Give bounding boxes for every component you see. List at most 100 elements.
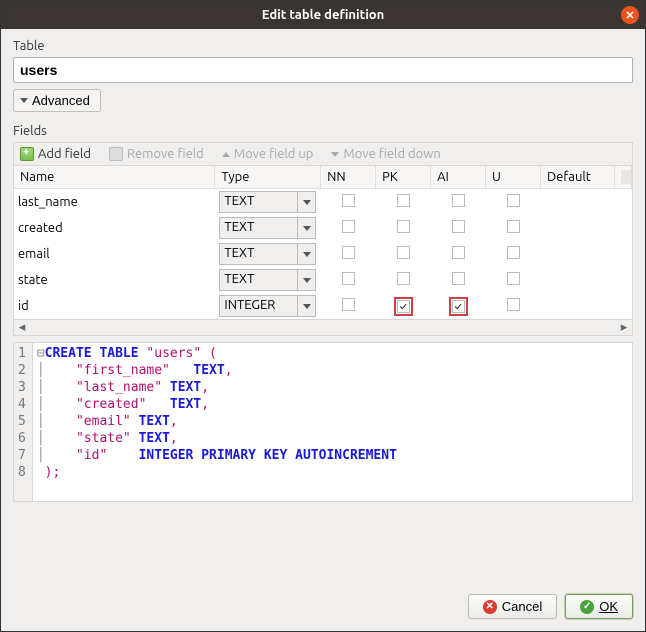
dropdown-arrow-icon[interactable] — [298, 191, 316, 213]
type-select[interactable]: INTEGER — [219, 295, 298, 317]
checkbox-cell-nn — [321, 189, 376, 216]
table-row[interactable]: createdTEXT — [14, 215, 632, 241]
table-row[interactable]: idINTEGER — [14, 293, 632, 319]
titlebar: Edit table definition ✕ — [1, 1, 645, 29]
chevron-down-icon — [20, 98, 28, 103]
dropdown-arrow-icon[interactable] — [298, 269, 316, 291]
default-cell[interactable] — [541, 241, 615, 267]
checkbox-cell-ai — [431, 267, 486, 293]
fields-table-wrap: Name Type NN PK AI U Default last_nameTE… — [13, 165, 633, 320]
horizontal-scrollbar[interactable]: ◂ ▸ — [13, 320, 633, 336]
pk-checkbox[interactable] — [397, 246, 410, 259]
advanced-toggle[interactable]: Advanced — [13, 89, 101, 112]
field-name-cell[interactable]: email — [14, 241, 215, 267]
dropdown-arrow-icon[interactable] — [298, 217, 316, 239]
sql-code[interactable]: ⊟CREATE TABLE "users" (│ "first_name" TE… — [33, 343, 401, 501]
col-ai[interactable]: AI — [431, 166, 486, 189]
pk-checkbox[interactable] — [397, 300, 410, 313]
type-select[interactable]: TEXT — [219, 269, 298, 291]
table-row[interactable]: last_nameTEXT — [14, 189, 632, 216]
table-label: Table — [13, 39, 633, 53]
col-type[interactable]: Type — [215, 166, 321, 189]
checkbox-cell-pk — [376, 293, 431, 319]
u-checkbox[interactable] — [507, 194, 520, 207]
sql-gutter: 12345678 — [14, 343, 33, 501]
checkbox-cell-u — [486, 267, 541, 293]
checkbox-cell-ai — [431, 215, 486, 241]
ai-checkbox[interactable] — [452, 272, 465, 285]
cancel-icon: ✕ — [483, 600, 497, 614]
pk-checkbox[interactable] — [397, 220, 410, 233]
advanced-label: Advanced — [32, 93, 90, 108]
type-select[interactable]: TEXT — [219, 217, 298, 239]
dropdown-arrow-icon[interactable] — [298, 295, 316, 317]
nn-checkbox[interactable] — [342, 246, 355, 259]
type-select[interactable]: TEXT — [219, 191, 298, 213]
nn-checkbox[interactable] — [342, 220, 355, 233]
u-checkbox[interactable] — [507, 298, 520, 311]
col-pk[interactable]: PK — [376, 166, 431, 189]
dropdown-arrow-icon[interactable] — [298, 243, 316, 265]
scroll-right-icon[interactable]: ▸ — [616, 321, 632, 335]
checkbox-cell-u — [486, 189, 541, 216]
pk-checkbox[interactable] — [397, 194, 410, 207]
field-type-cell[interactable]: TEXT — [215, 189, 321, 216]
sql-preview[interactable]: 12345678 ⊟CREATE TABLE "users" (│ "first… — [13, 342, 633, 502]
checkbox-cell-pk — [376, 189, 431, 216]
ai-checkbox[interactable] — [452, 300, 465, 313]
col-default[interactable]: Default — [541, 166, 615, 189]
ai-checkbox[interactable] — [452, 246, 465, 259]
col-u[interactable]: U — [486, 166, 541, 189]
checkbox-cell-u — [486, 241, 541, 267]
u-checkbox[interactable] — [507, 272, 520, 285]
checkbox-cell-ai — [431, 293, 486, 319]
ok-button[interactable]: ✓ OK — [565, 594, 633, 619]
checkbox-cell-pk — [376, 267, 431, 293]
u-checkbox[interactable] — [507, 246, 520, 259]
field-type-cell[interactable]: TEXT — [215, 241, 321, 267]
default-cell[interactable] — [541, 189, 615, 216]
checkbox-cell-ai — [431, 189, 486, 216]
field-type-cell[interactable]: TEXT — [215, 267, 321, 293]
table-row[interactable]: emailTEXT — [14, 241, 632, 267]
remove-field-button: Remove field — [109, 147, 204, 161]
ai-checkbox[interactable] — [452, 194, 465, 207]
u-checkbox[interactable] — [507, 220, 520, 233]
col-name[interactable]: Name — [14, 166, 215, 189]
pk-checkbox[interactable] — [397, 272, 410, 285]
checkbox-cell-u — [486, 293, 541, 319]
scroll-left-icon[interactable]: ◂ — [14, 321, 30, 335]
default-cell[interactable] — [541, 293, 615, 319]
field-name-cell[interactable]: last_name — [14, 189, 215, 216]
add-field-button[interactable]: Add field — [20, 147, 91, 161]
window-title: Edit table definition — [262, 8, 385, 22]
field-type-cell[interactable]: INTEGER — [215, 293, 321, 319]
nn-checkbox[interactable] — [342, 194, 355, 207]
cancel-button[interactable]: ✕ Cancel — [468, 594, 557, 619]
field-type-cell[interactable]: TEXT — [215, 215, 321, 241]
checkbox-cell-nn — [321, 215, 376, 241]
nn-checkbox[interactable] — [342, 272, 355, 285]
type-select[interactable]: TEXT — [219, 243, 298, 265]
ai-checkbox[interactable] — [452, 220, 465, 233]
move-up-button: Move field up — [222, 147, 314, 161]
dialog-content: Table Advanced Fields Add field Remove f… — [1, 29, 645, 631]
col-nn[interactable]: NN — [321, 166, 376, 189]
close-button[interactable]: ✕ — [621, 6, 639, 24]
add-icon — [20, 147, 34, 161]
chevron-up-icon — [222, 152, 230, 157]
field-name-cell[interactable]: state — [14, 267, 215, 293]
checkbox-cell-ai — [431, 241, 486, 267]
fields-toolbar: Add field Remove field Move field up Mov… — [13, 142, 633, 165]
close-icon: ✕ — [625, 9, 634, 22]
fields-table: Name Type NN PK AI U Default last_nameTE… — [14, 166, 632, 319]
default-cell[interactable] — [541, 215, 615, 241]
field-name-cell[interactable]: id — [14, 293, 215, 319]
checkbox-cell-nn — [321, 241, 376, 267]
table-name-input[interactable] — [13, 57, 633, 83]
default-cell[interactable] — [541, 267, 615, 293]
field-name-cell[interactable]: created — [14, 215, 215, 241]
checkbox-cell-nn — [321, 293, 376, 319]
table-row[interactable]: stateTEXT — [14, 267, 632, 293]
nn-checkbox[interactable] — [342, 298, 355, 311]
